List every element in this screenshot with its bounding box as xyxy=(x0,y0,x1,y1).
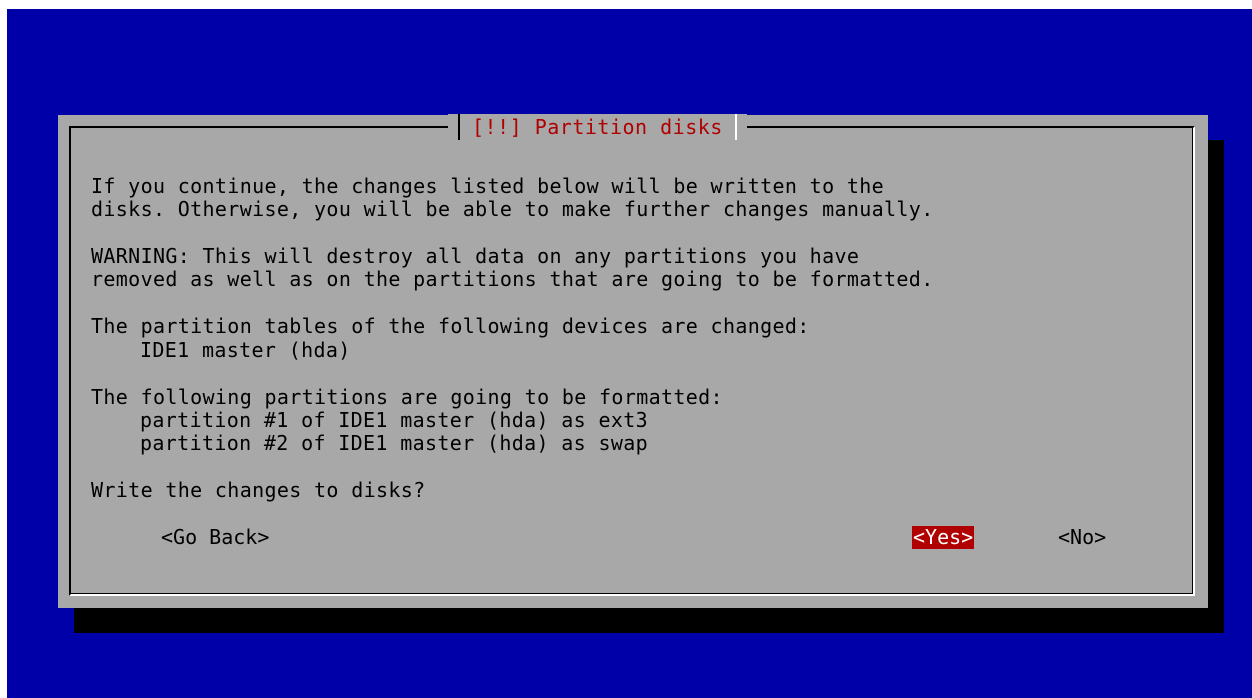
partition-disks-dialog: [!!] Partition disks If you continue, th… xyxy=(58,114,1208,608)
installer-screen: [!!] Partition disks If you continue, th… xyxy=(7,9,1252,698)
intro-line-2: disks. Otherwise, you will be able to ma… xyxy=(91,197,934,221)
write-question: Write the changes to disks? xyxy=(91,478,426,502)
formatted-partition-item: partition #2 of IDE1 master (hda) as swa… xyxy=(140,431,649,455)
no-button[interactable]: <No> xyxy=(1058,526,1106,549)
changed-device-item: IDE1 master (hda) xyxy=(140,338,351,362)
yes-button[interactable]: <Yes> xyxy=(912,526,975,549)
format-heading: The following partitions are going to be… xyxy=(91,385,723,409)
title-right-tick xyxy=(734,114,737,140)
intro-line-1: If you continue, the changes listed belo… xyxy=(91,174,885,198)
dialog-title-box: [!!] Partition disks xyxy=(448,114,747,140)
go-back-button[interactable]: <Go Back> xyxy=(161,526,269,549)
warning-line-1: WARNING: This will destroy all data on a… xyxy=(91,244,860,268)
tables-heading: The partition tables of the following de… xyxy=(91,314,810,338)
warning-line-2: removed as well as on the partitions tha… xyxy=(91,267,934,291)
formatted-partition-item: partition #1 of IDE1 master (hda) as ext… xyxy=(140,408,649,432)
dialog-title: [!!] Partition disks xyxy=(472,115,723,139)
